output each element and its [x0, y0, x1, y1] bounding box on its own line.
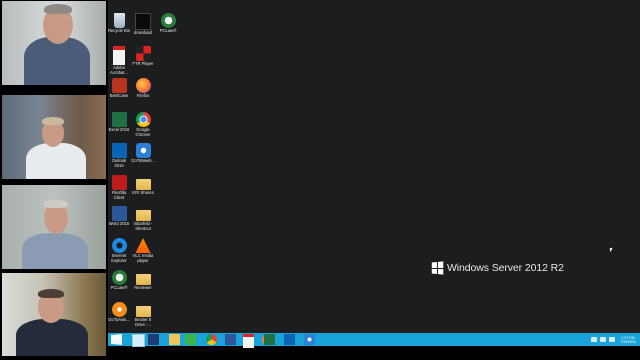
gotoassist-icon	[111, 302, 127, 317]
desktop-icon-ftr-player[interactable]: FTR Player	[131, 46, 155, 67]
firefox-icon	[135, 78, 151, 93]
desktop-icon-folder[interactable]: Becker 5 Drive -...	[131, 302, 155, 328]
tray-network-icon[interactable]	[591, 337, 597, 342]
video-tile-participant-1[interactable]	[2, 1, 106, 85]
taskbar-chrome-icon[interactable]	[206, 334, 217, 345]
desktop-icon-word[interactable]: Word 2016	[107, 206, 131, 227]
desktop-icon-chrome[interactable]: Google Chrome	[131, 112, 155, 138]
desktop-icon-label: Becker 5 Drive -...	[134, 317, 152, 327]
desktop-icon-label: KRI Shares	[132, 190, 154, 195]
desktop-icon-bestcase[interactable]: BestCase	[107, 78, 131, 99]
desktop-icon-folder[interactable]: KRI Shares	[131, 175, 155, 196]
tray-flag-icon[interactable]	[609, 337, 615, 342]
desktop-icon-acrobat[interactable]: Adobe Acrobat...	[107, 46, 131, 76]
video-tile-participant-2[interactable]	[2, 95, 106, 179]
desktop-icon-label: Firefox	[136, 93, 150, 98]
desktop-icon-label: mbarfeld - Shortcut	[133, 221, 153, 231]
os-name: Windows Server 2012 R2	[447, 262, 564, 274]
system-tray: 1:27 PM 7/16/2020	[591, 334, 636, 345]
word-icon	[111, 206, 127, 221]
taskbar-green-app-icon[interactable]	[185, 334, 196, 345]
clock[interactable]: 1:27 PM 7/16/2020	[620, 336, 636, 344]
ie-icon	[111, 238, 127, 253]
recycle-bin-icon	[113, 13, 125, 28]
taskbar: 1:27 PM 7/16/2020	[108, 333, 640, 348]
desktop-icon-shortcut[interactable]: mbarfeld - Shortcut	[131, 206, 155, 232]
taskbar-powershell-icon[interactable]	[148, 334, 159, 345]
desktop-icon-label: Excel 2016	[108, 127, 130, 132]
desktop-icon-label: Recycle Bin	[107, 28, 131, 33]
desktop-icon-pclaw[interactable]: PCLaw®	[107, 270, 131, 291]
folder-icon	[135, 306, 151, 317]
desktop-icon-label: download	[134, 30, 152, 35]
clock-date: 7/16/2020	[620, 339, 636, 344]
taskbar-excel-icon[interactable]	[264, 334, 275, 345]
chrome-icon	[135, 112, 151, 127]
desktop-icon-excel[interactable]: Excel 2016	[107, 112, 131, 133]
desktop-icon-label: FTR Player	[132, 61, 154, 66]
desktop: Recycle Bin download PCLaw® Adobe Acrobat..…	[108, 0, 640, 333]
desktop-icon-recycle-bin[interactable]: Recycle Bin	[107, 13, 131, 34]
desktop-icon-label: Reviewer	[134, 285, 152, 290]
desktop-icon-label: BestCase	[109, 93, 129, 98]
desktop-icon-ie[interactable]: Internet Explorer	[107, 238, 131, 264]
download-icon	[135, 13, 151, 30]
excel-icon	[111, 112, 127, 127]
desktop-icon-label: Word 2016	[108, 221, 130, 226]
taskbar-server-manager-icon[interactable]	[132, 334, 145, 347]
filezilla-icon	[111, 175, 127, 190]
folder-icon	[135, 274, 151, 285]
pclaw-icon	[160, 13, 176, 28]
windows-branding: Windows Server 2012 R2	[431, 261, 564, 275]
shortcut-icon	[135, 210, 151, 221]
folder-icon	[135, 179, 151, 190]
desktop-icon-label: Google Chrome	[135, 127, 151, 137]
windows-logo-icon	[431, 261, 444, 275]
outlook-icon	[111, 143, 127, 158]
bestcase-icon	[111, 78, 127, 93]
desktop-icon-label: Internet Explorer	[111, 253, 127, 263]
clock-time: 1:27 PM	[621, 335, 635, 340]
pclaw-icon	[111, 270, 127, 285]
taskbar-outlook-icon[interactable]	[284, 334, 295, 345]
taskbar-gotomeeting-icon[interactable]	[304, 334, 315, 345]
desktop-icon-vlc[interactable]: VLC media player	[131, 238, 155, 264]
desktop-icon-folder[interactable]: Reviewer	[131, 270, 155, 291]
desktop-icon-filezilla[interactable]: FileZilla Client	[107, 175, 131, 201]
ftr-player-icon	[135, 46, 151, 61]
desktop-icon-label: PCLaw®	[110, 285, 128, 290]
video-tile-participant-4[interactable]	[2, 273, 106, 356]
taskbar-file-explorer-icon[interactable]	[169, 334, 180, 345]
desktop-icon-gotoassist[interactable]: GoToAssi...	[107, 302, 131, 323]
taskbar-start-icon[interactable]	[111, 334, 122, 345]
desktop-icon-label: GoToAssi...	[108, 317, 130, 322]
desktop-icon-pclaw[interactable]: PCLaw®	[156, 13, 180, 34]
desktop-icon-label: GoToMeeti...	[131, 158, 155, 163]
desktop-icon-label: Adobe Acrobat...	[110, 65, 128, 75]
desktop-icon-label: FileZilla Client	[111, 190, 127, 200]
desktop-icon-label: Outlook 2016	[111, 158, 127, 168]
desktop-icon-label: VLC media player	[132, 253, 154, 263]
desktop-icon-firefox[interactable]: Firefox	[131, 78, 155, 99]
mouse-cursor-icon	[609, 247, 614, 253]
tray-volume-icon[interactable]	[600, 337, 606, 342]
desktop-icon-label: PCLaw®	[159, 28, 177, 33]
vlc-icon	[135, 238, 151, 253]
desktop-icon-outlook[interactable]: Outlook 2016	[107, 143, 131, 169]
taskbar-acrobat-icon[interactable]	[243, 334, 254, 348]
video-strip	[0, 0, 108, 360]
desktop-icon-download[interactable]: download	[131, 13, 155, 36]
desktop-icon-gotomeeting[interactable]: GoToMeeti...	[131, 143, 155, 164]
taskbar-word-icon[interactable]	[225, 334, 236, 345]
gotomeeting-icon	[135, 143, 151, 158]
acrobat-icon	[113, 46, 125, 65]
video-tile-participant-3[interactable]	[2, 185, 106, 269]
